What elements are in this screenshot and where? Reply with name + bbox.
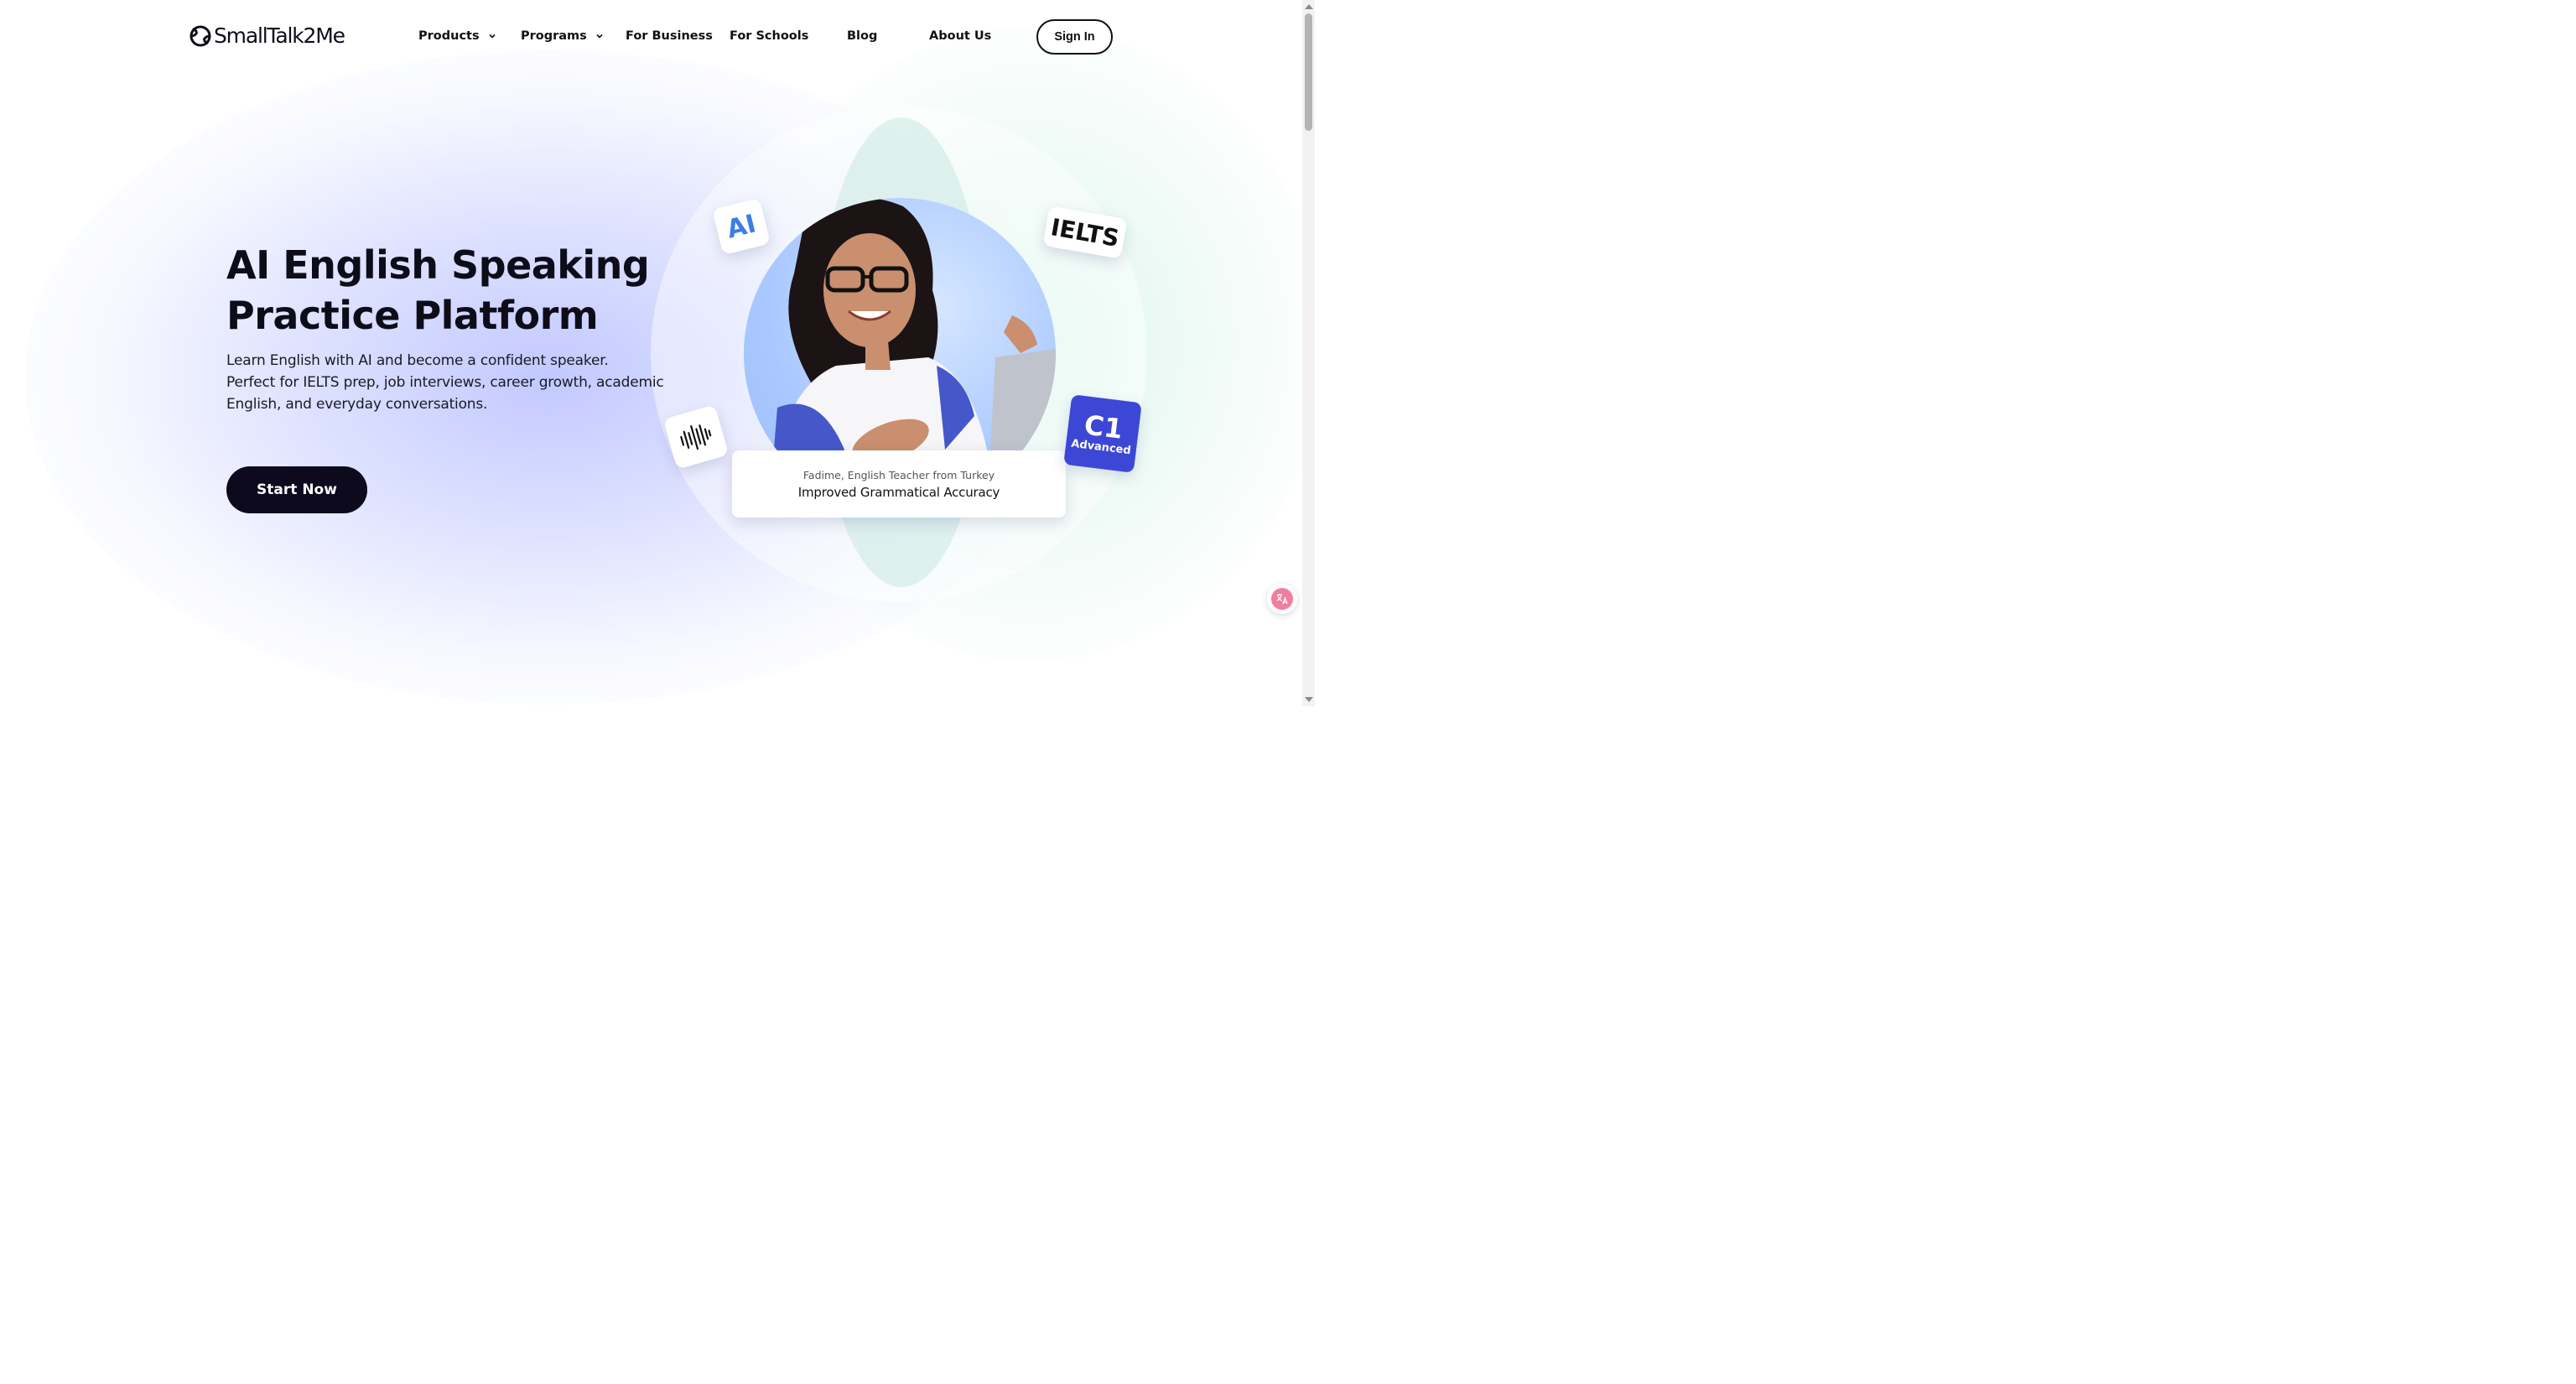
level-badge: C1 Advanced [1063, 394, 1142, 473]
nav-label: For Business [626, 29, 713, 43]
page-scrollbar[interactable] [1302, 0, 1315, 706]
translate-widget-button[interactable] [1267, 584, 1297, 614]
ai-tag-label: AI [724, 208, 759, 245]
hero-visual: Fadime, English Teacher from Turkey Impr… [646, 101, 1157, 612]
nav-label: Products [418, 29, 480, 43]
chevron-down-icon [489, 34, 496, 39]
nav-label: Programs [521, 29, 587, 43]
testimonial-card: Fadime, English Teacher from Turkey Impr… [732, 450, 1066, 518]
nav-about-us[interactable]: About Us [929, 29, 991, 43]
scroll-up-arrow-icon[interactable] [1305, 4, 1313, 9]
level-name: Advanced [1070, 437, 1132, 458]
nav-label: Blog [847, 29, 878, 43]
hero-title-line: AI English Speaking [226, 242, 650, 288]
hero-desc-line: Learn English with AI and become a confi… [226, 352, 609, 369]
hero-title: AI English Speaking Practice Platform [226, 240, 696, 341]
brand-name: SmallTalk2Me [214, 23, 345, 48]
nav-for-business[interactable]: For Business [626, 29, 713, 43]
hero-description: Learn English with AI and become a confi… [226, 350, 679, 415]
chevron-down-icon [596, 34, 603, 39]
sound-wave-icon [680, 424, 712, 450]
nav-products[interactable]: Products [418, 29, 496, 43]
sign-in-button[interactable]: Sign In [1036, 19, 1113, 55]
start-now-button[interactable]: Start Now [226, 466, 367, 513]
level-code: C1 [1082, 408, 1124, 445]
scroll-thumb[interactable] [1305, 13, 1312, 131]
testimonial-result: Improved Grammatical Accuracy [797, 484, 1000, 500]
nav-label: About Us [929, 29, 992, 43]
translate-glyph [1276, 594, 1288, 605]
translate-icon [1271, 588, 1293, 610]
scroll-down-arrow-icon[interactable] [1305, 697, 1313, 702]
hero-title-line: Practice Platform [226, 293, 599, 338]
nav-for-schools[interactable]: For Schools [730, 29, 808, 43]
top-navigation: SmallTalk2Me Products Programs For Busin… [0, 0, 1302, 74]
logo-link[interactable]: SmallTalk2Me [190, 23, 345, 48]
hero-desc-line: Perfect for IELTS prep, job interviews, … [226, 374, 664, 413]
nav-label: For Schools [730, 29, 809, 43]
nav-programs[interactable]: Programs [521, 29, 604, 43]
ielts-tag-label: IELTS [1048, 212, 1122, 252]
testimonial-person: Fadime, English Teacher from Turkey [802, 468, 995, 481]
smalltalk2me-logo-icon [190, 24, 211, 47]
nav-blog[interactable]: Blog [847, 29, 877, 43]
